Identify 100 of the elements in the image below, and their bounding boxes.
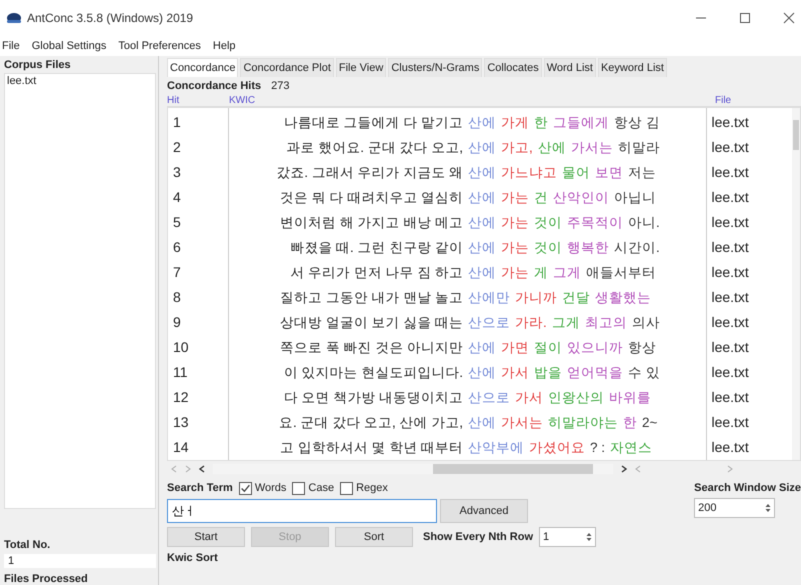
column-header[interactable]: KWIC [229, 95, 715, 106]
tab[interactable]: Concordance [167, 58, 238, 77]
left-context: 과로 했어요. 군대 갔다 오고, [286, 139, 464, 157]
vertical-scrollbar[interactable] [792, 108, 800, 460]
tab[interactable]: Clusters/N-Grams [388, 58, 482, 77]
context-word: 한 [534, 114, 548, 132]
search-term-label: Search Term [167, 482, 233, 494]
context-word: 생활했는 [595, 289, 652, 307]
context-word: 것이 [534, 214, 562, 232]
context-word: 산에 [468, 189, 496, 207]
context-word: 가고, [501, 139, 533, 157]
context-word: 얻어먹을 [567, 364, 624, 382]
context-word: 가셨어요 [529, 439, 586, 457]
corpus-file-item[interactable]: lee.txt [5, 74, 155, 88]
hit-number: 9 [173, 313, 182, 332]
context-word: 가는 [501, 189, 530, 207]
context-word: 인왕산의 [548, 389, 604, 407]
files-processed-label: Files Processed [4, 573, 89, 585]
context-word: 산악인이 [553, 189, 610, 207]
context-word: 애들서부터 [586, 264, 656, 282]
menu-item[interactable]: File [2, 40, 20, 52]
context-word: 있으니까 [567, 339, 624, 357]
context-word: 가서는 [570, 139, 613, 157]
horizontal-scrollbar[interactable] [213, 464, 613, 474]
context-word: 물어 [562, 164, 590, 182]
left-context: 갔죠. 그래서 우리가 지금도 왜 [275, 164, 464, 182]
action-button[interactable]: Sort [335, 527, 413, 547]
file-name: lee.txt [711, 313, 750, 332]
context-word: 그게 [552, 314, 580, 332]
search-window-size-label: Search Window Size [694, 482, 801, 494]
left-context: 다 오면 책가방 내동댕이치고 [282, 389, 464, 407]
checkbox[interactable] [292, 482, 306, 494]
file-name: lee.txt [711, 338, 750, 357]
scroll-left-icon[interactable] [199, 465, 205, 473]
search-window-size-spinner[interactable]: 200 [694, 498, 776, 518]
menu-item[interactable]: Global Settings [32, 40, 106, 52]
context-word: ? : [590, 439, 606, 457]
context-word: 2~ [642, 414, 658, 432]
file-name: lee.txt [711, 388, 750, 407]
left-context: 상대방 얼굴이 보기 싫을 때는 [279, 314, 464, 332]
nth-row-spinner[interactable]: 1 [539, 527, 596, 547]
context-word: 산에 [468, 239, 496, 257]
file-name: lee.txt [711, 263, 750, 282]
menu-item[interactable]: Tool Preferences [118, 40, 201, 52]
hit-number: 2 [173, 138, 182, 157]
context-word: 그게 [553, 264, 582, 282]
context-word: 가게 [501, 114, 530, 132]
checkbox[interactable] [238, 482, 252, 494]
context-word: 수 있 [628, 364, 660, 382]
tab[interactable]: Concordance Plot [240, 58, 334, 77]
file-name: lee.txt [711, 213, 750, 232]
context-word: 항상 김 [614, 114, 660, 132]
file-name: lee.txt [711, 238, 750, 257]
app-logo-icon [6, 11, 22, 25]
context-word: 의사 [632, 314, 660, 332]
context-word: 가니까 [515, 289, 558, 307]
file-name: lee.txt [711, 163, 750, 182]
tab[interactable]: Collocates [484, 58, 542, 77]
context-word: 가면 [501, 339, 530, 357]
context-word: 아니. [628, 214, 660, 232]
left-context: 질하고 그동안 내가 맨날 놀고 [279, 289, 464, 307]
file-name: lee.txt [711, 438, 750, 457]
context-word: 시간이. [614, 239, 660, 257]
maximize-icon[interactable] [739, 12, 751, 24]
tab[interactable]: File View [336, 58, 386, 77]
tab[interactable]: Word List [544, 58, 596, 77]
left-context: 빠졌을 때. 그런 친구랑 같이 [289, 239, 464, 257]
column-header[interactable]: File [715, 95, 795, 106]
hit-number: 14 [173, 438, 190, 457]
context-word: 건 [534, 189, 548, 207]
action-button[interactable]: Start [167, 527, 245, 547]
hit-number: 1 [173, 113, 182, 132]
context-word: 자연스 [610, 439, 652, 457]
column-header[interactable]: Hit [167, 95, 229, 106]
hits-count: 273 [271, 80, 290, 92]
advanced-button[interactable]: Advanced [440, 499, 528, 523]
context-word: 가는 [501, 214, 530, 232]
file-name: lee.txt [711, 188, 750, 207]
menu-item[interactable]: Help [212, 40, 236, 52]
left-context: 변이처럼 해 가지고 배낭 메고 [279, 214, 464, 232]
checkbox[interactable] [340, 482, 354, 494]
search-field[interactable]: 산ㅓ [167, 499, 437, 523]
context-word: 산으로 [468, 389, 510, 407]
corpus-files-heading: Corpus Files [4, 59, 72, 71]
file-name: lee.txt [711, 413, 750, 432]
total-label: Total No. [4, 539, 52, 551]
context-word: 아닙니 [614, 189, 656, 207]
context-word: 산에 [468, 339, 496, 357]
hit-number: 12 [173, 388, 190, 407]
close-icon[interactable] [783, 12, 795, 24]
hit-number: 8 [173, 288, 182, 307]
nth-row-label: Show Every Nth Row [423, 531, 534, 543]
context-word: 히말라 [618, 139, 660, 157]
context-word: 행복한 [567, 239, 610, 257]
context-word: 밥을 [534, 364, 562, 382]
hit-number: 6 [173, 238, 182, 257]
total-value: 1 [4, 554, 156, 568]
context-word: 저는 [628, 164, 656, 182]
scroll-right-icon[interactable] [621, 465, 627, 473]
tab[interactable]: Keyword List [598, 58, 667, 77]
